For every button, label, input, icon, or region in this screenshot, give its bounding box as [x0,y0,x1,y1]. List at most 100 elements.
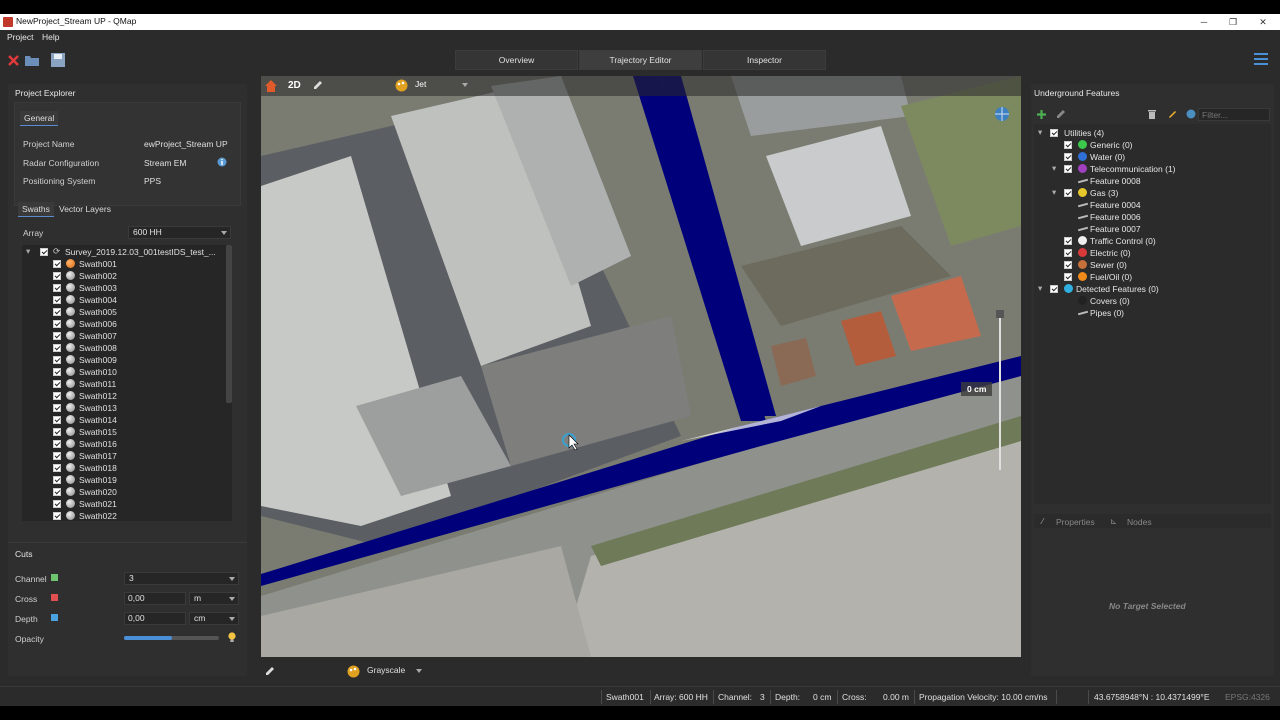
feature-row[interactable]: Feature 0004 [1034,199,1271,211]
depth-scale-track[interactable] [999,310,1001,470]
tab-properties[interactable]: Properties [1056,517,1095,527]
feature-row[interactable]: Water (0) [1034,151,1271,163]
minimize-button[interactable]: ─ [1189,14,1219,30]
depth-spinbox[interactable]: 0,00 [124,612,186,625]
swath-row[interactable]: Swath006 [22,318,232,330]
chevron-down-icon[interactable]: ▾ [26,246,30,257]
info-icon[interactable] [217,157,227,167]
open-folder-icon[interactable] [24,53,40,67]
add-icon[interactable] [1036,109,1047,120]
swath-checkbox[interactable] [53,272,61,280]
swath-row[interactable]: Swath021 [22,498,232,510]
swath-row[interactable]: Swath008 [22,342,232,354]
tab-overview[interactable]: Overview [455,50,578,70]
feature-checkbox[interactable] [1064,237,1072,245]
swath-row[interactable]: Swath018 [22,462,232,474]
view-mode-2d[interactable]: 2D [288,80,301,91]
feature-checkbox[interactable] [1050,129,1058,137]
swath-checkbox[interactable] [53,296,61,304]
channel-select[interactable]: 3 [124,572,239,585]
globe-icon[interactable] [994,106,1010,122]
feature-row[interactable]: Feature 0006 [1034,211,1271,223]
tree-scrollbar[interactable] [226,245,232,403]
feature-row[interactable]: Sewer (0) [1034,259,1271,271]
swath-checkbox[interactable] [53,320,61,328]
cross-spinbox[interactable]: 0,00 [124,592,186,605]
swath-checkbox[interactable] [53,404,61,412]
swath-row[interactable]: Swath017 [22,450,232,462]
home-icon[interactable] [264,79,278,93]
swath-row[interactable]: Swath009 [22,354,232,366]
edit-icon[interactable] [1056,109,1066,119]
feature-row[interactable]: ▾ Telecommunication (1) [1034,163,1271,175]
feature-row[interactable]: Traffic Control (0) [1034,235,1271,247]
project-name-value[interactable]: ewProject_Stream UP [144,139,228,149]
feature-row[interactable]: Generic (0) [1034,139,1271,151]
swath-row[interactable]: Swath005 [22,306,232,318]
feature-row[interactable]: Electric (0) [1034,247,1271,259]
depth-scale-handle[interactable] [996,310,1004,318]
survey-checkbox[interactable] [40,248,48,256]
array-select[interactable]: 600 HH [128,226,231,239]
feature-row[interactable]: Covers (0) [1034,295,1271,307]
feature-checkbox[interactable] [1064,165,1072,173]
feature-row[interactable]: Fuel/Oil (0) [1034,271,1271,283]
swath-checkbox[interactable] [53,488,61,496]
feature-checkbox[interactable] [1064,153,1072,161]
swath-checkbox[interactable] [53,380,61,388]
palette-icon[interactable] [395,79,408,92]
depth-unit-select[interactable]: cm [189,612,239,625]
swath-checkbox[interactable] [53,440,61,448]
lightbulb-icon[interactable] [227,632,237,643]
close-project-icon[interactable] [6,53,22,67]
chevron-down-icon[interactable]: ▾ [1038,127,1042,138]
survey-row[interactable]: ▾ ⟳ Survey_2019.12.03_001testIDS_test_... [22,246,232,258]
palette-icon[interactable] [347,665,360,678]
highlight-icon[interactable] [1167,109,1177,119]
swath-row[interactable]: Swath019 [22,474,232,486]
swath-row[interactable]: Swath013 [22,402,232,414]
swath-checkbox[interactable] [53,356,61,364]
swath-checkbox[interactable] [53,308,61,316]
swath-row[interactable]: Swath004 [22,294,232,306]
colormap-select[interactable]: Jet [411,79,471,92]
swath-checkbox[interactable] [53,392,61,400]
swath-row[interactable]: Swath015 [22,426,232,438]
swath-checkbox[interactable] [53,464,61,472]
feature-row[interactable]: ▾ Detected Features (0) [1034,283,1271,295]
swath-row[interactable]: Swath002 [22,270,232,282]
filter-input-field[interactable] [1199,109,1269,120]
tab-swaths[interactable]: Swaths [18,202,54,217]
swath-row[interactable]: Swath022 [22,510,232,521]
swath-row[interactable]: Swath011 [22,378,232,390]
swath-checkbox[interactable] [53,344,61,352]
map-view[interactable]: 2D Jet 0 cm [261,76,1021,657]
pen-icon[interactable] [313,80,323,90]
tab-nodes[interactable]: Nodes [1127,517,1152,527]
save-icon[interactable] [50,53,66,67]
bottom-colormap-select[interactable]: Grayscale [363,665,425,678]
feature-row[interactable]: Feature 0008 [1034,175,1271,187]
swath-row[interactable]: Swath016 [22,438,232,450]
swath-checkbox[interactable] [53,332,61,340]
swath-row[interactable]: Swath001 [22,258,232,270]
feature-checkbox[interactable] [1064,273,1072,281]
feature-checkbox[interactable] [1064,189,1072,197]
opacity-slider[interactable] [124,636,219,640]
hamburger-menu-icon[interactable] [1253,52,1269,66]
close-window-button[interactable]: ✕ [1248,14,1278,30]
tab-trajectory-editor[interactable]: Trajectory Editor [579,50,702,70]
chevron-down-icon[interactable]: ▾ [1038,283,1042,294]
delete-icon[interactable] [1147,109,1157,120]
swath-row[interactable]: Swath010 [22,366,232,378]
feature-checkbox[interactable] [1064,261,1072,269]
tab-inspector[interactable]: Inspector [703,50,826,70]
feature-row[interactable]: ▾ Gas (3) [1034,187,1271,199]
chevron-down-icon[interactable]: ▾ [1052,187,1056,198]
swath-checkbox[interactable] [53,500,61,508]
swath-checkbox[interactable] [53,452,61,460]
swath-checkbox[interactable] [53,368,61,376]
menu-help[interactable]: Help [42,32,59,42]
swath-checkbox[interactable] [53,284,61,292]
swath-row[interactable]: Swath003 [22,282,232,294]
